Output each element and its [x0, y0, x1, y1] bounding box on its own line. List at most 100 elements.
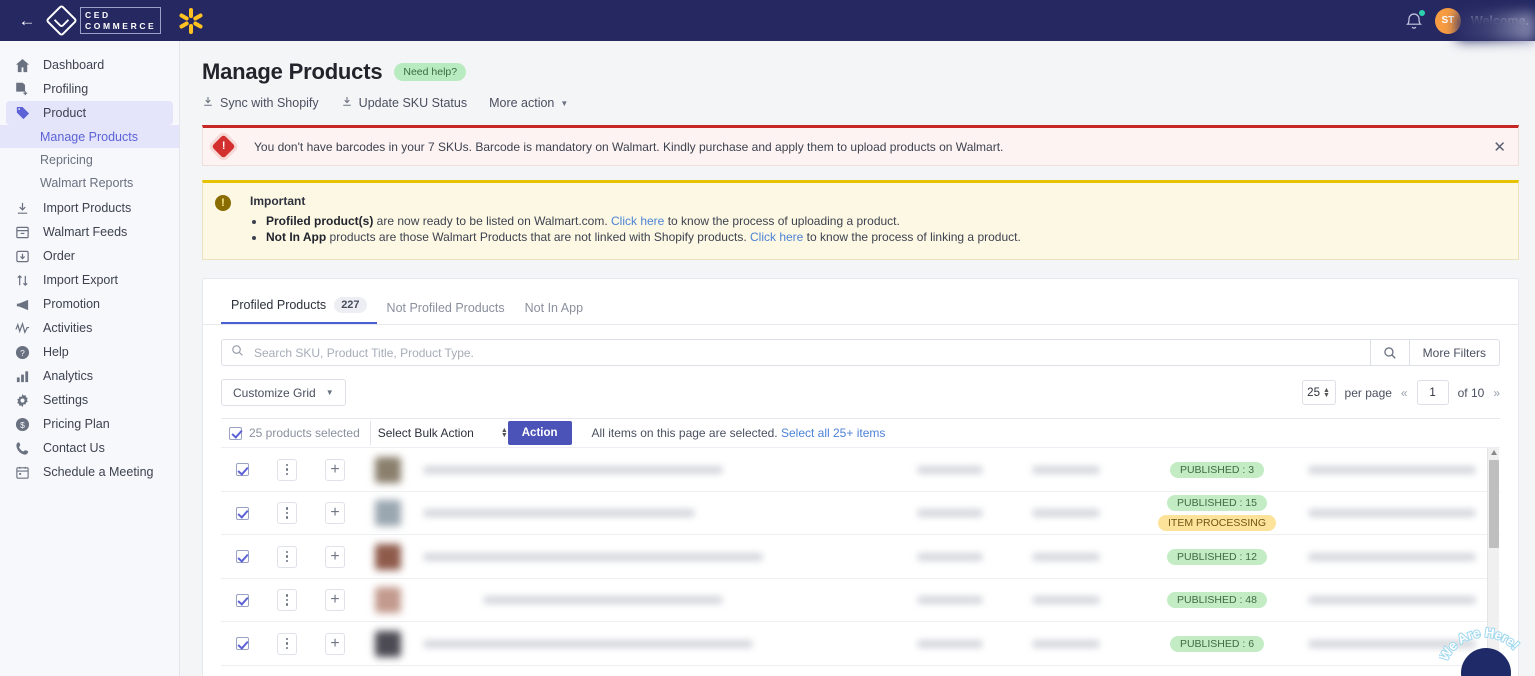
table-row[interactable]: + PUBLISHED : 3	[221, 448, 1500, 492]
cedcommerce-logo[interactable]: CED COMMERCE	[45, 4, 162, 37]
sidebar-item-product[interactable]: Product	[6, 101, 173, 125]
more-action-dropdown[interactable]: More action ▼	[489, 96, 568, 110]
bulk-selection-note: All items on this page are selected. Sel…	[592, 426, 886, 440]
row-status-cell: PUBLISHED : 15 ITEM PROCESSING	[1142, 495, 1292, 532]
sidebar-item-walmart-feeds[interactable]: Walmart Feeds	[6, 220, 173, 244]
plus-icon[interactable]: +	[325, 589, 345, 612]
status-badge: PUBLISHED : 15	[1167, 495, 1267, 512]
row-checkbox[interactable]	[235, 506, 249, 520]
kebab-menu-icon[interactable]	[277, 589, 297, 612]
sidebar-item-repricing[interactable]: Repricing	[0, 148, 179, 171]
sidebar-item-analytics[interactable]: Analytics	[6, 364, 173, 388]
stepper-arrows-icon: ▲ ▼	[1322, 386, 1330, 399]
more-filters-button[interactable]: More Filters	[1409, 339, 1500, 367]
need-help-badge[interactable]: Need help?	[394, 63, 467, 81]
row-sku-cell	[917, 465, 1032, 474]
table-row[interactable]: + PUBLISHED : 12	[221, 535, 1500, 579]
kebab-menu-icon[interactable]	[277, 545, 297, 568]
apply-action-button[interactable]: Action	[507, 421, 572, 446]
bullet-2-link[interactable]: Click here	[750, 230, 803, 244]
sidebar-item-dashboard[interactable]: Dashboard	[6, 53, 173, 77]
plus-icon[interactable]: +	[325, 458, 345, 481]
scroll-up-arrow-icon[interactable]	[1491, 450, 1497, 456]
next-page-button[interactable]: »	[1493, 386, 1500, 400]
select-all-items-link[interactable]: Select all 25+ items	[781, 426, 885, 440]
scrollbar-thumb[interactable]	[1489, 460, 1499, 549]
redacted-product-type	[1032, 509, 1100, 518]
row-checkbox[interactable]	[235, 463, 249, 477]
download-icon	[15, 199, 37, 217]
page-number-input[interactable]	[1416, 380, 1449, 406]
customize-grid-button[interactable]: Customize Grid ▼	[221, 379, 346, 407]
select-all-checkbox[interactable]	[229, 426, 242, 440]
sidebar-item-promotion[interactable]: Promotion	[6, 292, 173, 316]
kebab-menu-icon[interactable]	[277, 632, 297, 655]
gear-icon	[15, 391, 37, 409]
stepper-arrows-icon: ▲ ▼	[500, 427, 508, 440]
home-icon	[15, 56, 37, 74]
notification-bell-icon[interactable]	[1403, 9, 1425, 33]
row-status-cell: PUBLISHED : 6	[1142, 635, 1292, 652]
row-extra-cell	[1292, 465, 1500, 474]
table-vertical-scrollbar[interactable]	[1487, 448, 1499, 667]
tab-not-profiled-products[interactable]: Not Profiled Products	[377, 295, 515, 324]
tab-profiled-products[interactable]: Profiled Products 227	[221, 291, 377, 325]
download-icon	[341, 95, 353, 111]
status-badge: ITEM PROCESSING	[1157, 515, 1276, 532]
table-row[interactable]: + PUBLISHED : 15 ITEM PROCESSING	[221, 492, 1500, 536]
sidebar-sub-label: Walmart Reports	[40, 175, 134, 190]
prev-page-button[interactable]: «	[1401, 386, 1408, 400]
row-checkbox[interactable]	[235, 550, 249, 564]
bullet-1-text-after: to know the process of uploading a produ…	[664, 214, 900, 228]
chevron-down-icon: ▼	[325, 388, 334, 398]
bulk-select-all[interactable]: 25 products selected	[221, 421, 371, 446]
warning-bullet-2: Not In App products are those Walmart Pr…	[266, 229, 1021, 245]
plus-icon[interactable]: +	[325, 545, 345, 568]
table-row[interactable]: + PUBLISHED : 6	[221, 622, 1500, 666]
kebab-menu-icon[interactable]	[277, 502, 297, 525]
per-page-select[interactable]: 25 ▲ ▼	[1301, 380, 1336, 406]
sidebar-item-walmart-reports[interactable]: Walmart Reports	[0, 171, 179, 194]
sidebar-item-pricing-plan[interactable]: $ Pricing Plan	[6, 412, 173, 436]
chevron-down-icon: ▼	[560, 98, 569, 108]
product-tabs: Profiled Products 227 Not Profiled Produ…	[203, 279, 1518, 326]
redacted-sku	[917, 465, 983, 474]
sync-with-shopify-button[interactable]: Sync with Shopify	[202, 95, 319, 111]
sidebar-item-help[interactable]: ? Help	[6, 340, 173, 364]
sidebar-item-schedule-a-meeting[interactable]: Schedule a Meeting	[6, 460, 173, 484]
search-box[interactable]	[221, 339, 1370, 367]
plus-icon[interactable]: +	[325, 502, 345, 525]
product-thumbnail	[375, 543, 401, 570]
bullet-1-link[interactable]: Click here	[611, 214, 664, 228]
megaphone-icon	[15, 295, 37, 313]
kebab-menu-icon[interactable]	[277, 458, 297, 481]
sidebar-item-settings[interactable]: Settings	[6, 388, 173, 412]
sidebar-item-activities[interactable]: Activities	[6, 316, 173, 340]
search-submit-button[interactable]	[1369, 339, 1410, 367]
row-checkbox[interactable]	[235, 637, 249, 651]
update-sku-status-button[interactable]: Update SKU Status	[341, 95, 467, 111]
brand-line-2: COMMERCE	[85, 20, 157, 31]
table-row[interactable]: + PUBLISHED : 48	[221, 579, 1500, 623]
sidebar-item-import-export[interactable]: Import Export	[6, 268, 173, 292]
row-menu-cell	[263, 589, 311, 612]
row-select-cell	[221, 593, 263, 607]
bulk-action-select[interactable]: Select Bulk Action ▲ ▼	[378, 421, 508, 445]
close-icon[interactable]: ✕	[1493, 138, 1506, 156]
plus-icon[interactable]: +	[325, 632, 345, 655]
search-input[interactable]	[252, 344, 1370, 361]
sidebar-item-contact-us[interactable]: Contact Us	[6, 436, 173, 460]
redacted-sku	[917, 552, 983, 561]
row-checkbox[interactable]	[235, 593, 249, 607]
sidebar-item-order[interactable]: Order	[6, 244, 173, 268]
sidebar-item-import-products[interactable]: Import Products	[6, 196, 173, 220]
row-status-cell: PUBLISHED : 12	[1142, 548, 1292, 565]
back-arrow-icon[interactable]: ←	[8, 11, 46, 31]
bullet-2-text-after: to know the process of linking a product…	[803, 230, 1021, 245]
tab-not-in-app[interactable]: Not In App	[515, 295, 593, 324]
redacted-product-title	[423, 465, 723, 474]
redacted-product-type	[1032, 639, 1100, 648]
sidebar-item-profiling[interactable]: Profiling	[6, 77, 173, 101]
page-action-bar: Sync with Shopify Update SKU Status More…	[202, 95, 1535, 111]
sidebar-item-manage-products[interactable]: Manage Products	[0, 125, 179, 148]
